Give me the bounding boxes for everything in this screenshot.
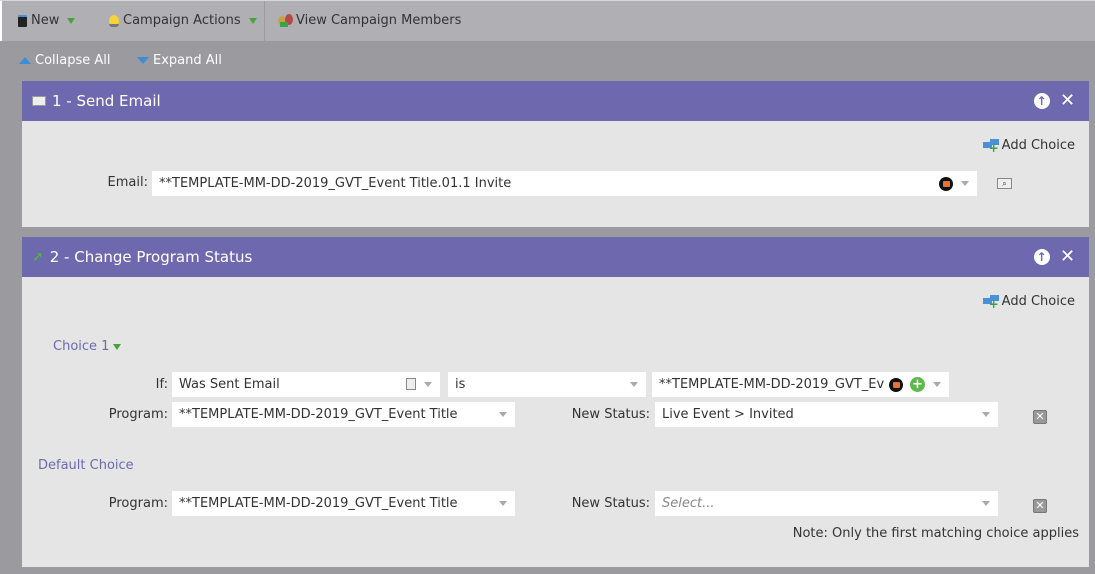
new-label: New xyxy=(31,13,60,28)
new-icon xyxy=(18,14,27,27)
condition-field-select[interactable]: Was Sent Email xyxy=(172,372,440,397)
email-icon xyxy=(32,96,46,106)
remove-step-button[interactable]: ✕ xyxy=(1059,90,1076,111)
toolbar: New Campaign Actions View Campaign Membe… xyxy=(0,0,1095,42)
new-status-select[interactable]: Live Event > Invited xyxy=(655,402,998,427)
chevron-down-icon xyxy=(67,17,76,24)
step-header[interactable]: 1 - Send Email ↑ ✕ xyxy=(22,81,1089,121)
add-choice-icon: + xyxy=(982,295,999,310)
delete-default-choice-button[interactable]: ✕ xyxy=(1033,499,1047,513)
default-choice-text: Default Choice xyxy=(38,458,134,473)
view-campaign-members-button[interactable]: View Campaign Members xyxy=(278,13,461,28)
collapse-all-label: Collapse All xyxy=(35,53,111,68)
new-status-label: New Status: xyxy=(571,407,650,422)
choice-1-toggle[interactable]: Choice 1 xyxy=(53,339,122,354)
default-choice-label: Default Choice xyxy=(38,458,134,473)
token-icon xyxy=(939,177,953,191)
email-select[interactable]: **TEMPLATE-MM-DD-2019_GVT_Event Title.01… xyxy=(152,171,977,196)
add-choice-button[interactable]: + Add Choice xyxy=(982,138,1075,154)
view-campaign-members-label: View Campaign Members xyxy=(296,13,462,28)
close-icon: ✕ xyxy=(1059,246,1076,267)
collapse-icon xyxy=(19,57,31,64)
field-info-icon xyxy=(406,378,416,390)
condition-field-value: Was Sent Email xyxy=(179,377,280,392)
token-icon xyxy=(889,378,903,392)
operator-select[interactable]: is xyxy=(448,372,646,397)
condition-value: **TEMPLATE-MM-DD-2019_GVT_Ev xyxy=(659,377,885,392)
default-new-status-select[interactable]: Select... xyxy=(655,491,998,516)
operator-value: is xyxy=(455,377,466,392)
program-value: **TEMPLATE-MM-DD-2019_GVT_Event Title xyxy=(179,407,458,422)
delete-choice-button[interactable]: ✕ xyxy=(1033,410,1047,424)
condition-value-select[interactable]: **TEMPLATE-MM-DD-2019_GVT_Ev + xyxy=(652,372,949,397)
expand-all-button[interactable]: Expand All xyxy=(137,53,222,68)
add-choice-icon: + xyxy=(982,139,999,154)
collapse-all-button[interactable]: Collapse All xyxy=(19,53,111,68)
move-up-button[interactable]: ↑ xyxy=(1033,92,1050,109)
toolbar-divider xyxy=(264,1,265,42)
add-value-icon[interactable]: + xyxy=(910,377,925,392)
choice-1-label: Choice 1 xyxy=(53,339,110,354)
chevron-down-icon xyxy=(113,343,122,350)
email-label: Email: xyxy=(107,175,148,190)
step-title: 2 - Change Program Status xyxy=(49,248,253,266)
chevron-down-icon xyxy=(982,412,990,417)
choice-note: Note: Only the first matching choice app… xyxy=(792,526,1079,541)
expand-collapse-bar: Collapse All Expand All xyxy=(0,41,1095,81)
campaign-actions-menu-button[interactable]: Campaign Actions xyxy=(109,13,257,28)
new-menu-button[interactable]: New xyxy=(18,13,76,28)
program-label: Program: xyxy=(108,407,168,422)
default-new-status-placeholder: Select... xyxy=(662,496,715,511)
expand-icon xyxy=(137,57,149,64)
remove-step-button[interactable]: ✕ xyxy=(1059,246,1076,267)
chevron-down-icon xyxy=(424,382,432,387)
chevron-down-icon xyxy=(961,181,969,186)
expand-all-label: Expand All xyxy=(153,53,222,68)
campaign-actions-label: Campaign Actions xyxy=(123,13,241,28)
flow-step-change-program-status: ➚ 2 - Change Program Status ↑ ✕ + Add Ch… xyxy=(22,237,1089,567)
preview-email-button[interactable]: ⌕ xyxy=(997,178,1012,189)
default-new-status-label: New Status: xyxy=(571,496,650,511)
flow-step-send-email: 1 - Send Email ↑ ✕ + Add Choice Email: *… xyxy=(22,81,1089,227)
add-choice-label: Add Choice xyxy=(1001,294,1075,309)
status-arrow-icon: ➚ xyxy=(32,249,44,265)
chevron-down-icon xyxy=(248,17,257,24)
default-program-label: Program: xyxy=(108,496,168,511)
add-choice-label: Add Choice xyxy=(1001,138,1075,153)
email-value: **TEMPLATE-MM-DD-2019_GVT_Event Title.01… xyxy=(159,176,512,191)
chevron-down-icon xyxy=(933,382,941,387)
arrow-up-icon: ↑ xyxy=(1033,92,1050,109)
close-icon: ✕ xyxy=(1059,90,1076,111)
toolbar-edge xyxy=(0,1,2,42)
chevron-down-icon xyxy=(630,382,638,387)
step-title: 1 - Send Email xyxy=(52,92,161,110)
new-status-value: Live Event > Invited xyxy=(662,407,794,422)
arrow-up-icon: ↑ xyxy=(1033,248,1050,265)
chevron-down-icon xyxy=(982,501,990,506)
move-up-button[interactable]: ↑ xyxy=(1033,248,1050,265)
default-program-select[interactable]: **TEMPLATE-MM-DD-2019_GVT_Event Title xyxy=(172,491,515,516)
chevron-down-icon xyxy=(499,412,507,417)
lightbulb-icon xyxy=(109,14,119,27)
step-header[interactable]: ➚ 2 - Change Program Status ↑ ✕ xyxy=(22,237,1089,277)
add-choice-button[interactable]: + Add Choice xyxy=(982,294,1075,310)
default-program-value: **TEMPLATE-MM-DD-2019_GVT_Event Title xyxy=(179,496,458,511)
if-label: If: xyxy=(155,377,168,392)
magnify-icon: ⌕ xyxy=(1002,179,1007,188)
chevron-down-icon xyxy=(499,501,507,506)
program-select[interactable]: **TEMPLATE-MM-DD-2019_GVT_Event Title xyxy=(172,402,515,427)
members-icon xyxy=(278,13,294,28)
